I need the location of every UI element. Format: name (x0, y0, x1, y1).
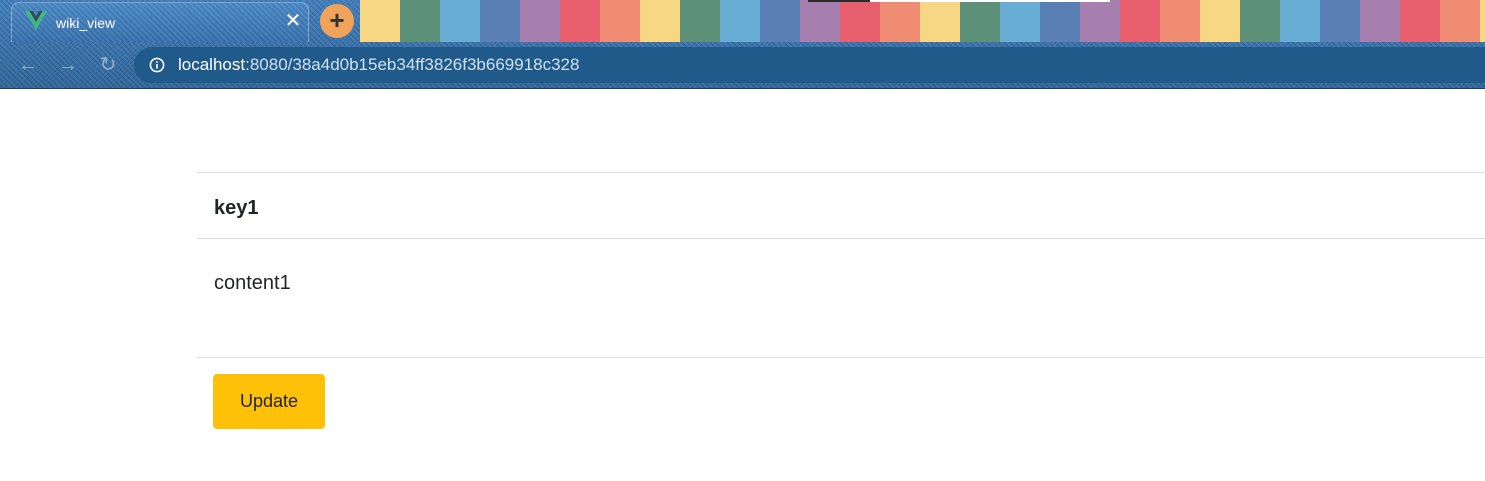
tab-strip-stripe (1200, 0, 1240, 42)
info-icon[interactable] (149, 57, 165, 73)
close-tab-icon[interactable]: ✕ (282, 10, 304, 32)
tab-title: wiki_view (56, 15, 116, 31)
tab-strip-stripe (800, 0, 840, 42)
url-path: :8080/38a4d0b15eb34ff3826f3b669918c328 (245, 55, 580, 74)
tab-strip-stripe (960, 0, 1000, 42)
tab-strip-stripe (1160, 0, 1200, 42)
tab-strip-stripe (1320, 0, 1360, 42)
url-host: localhost (178, 55, 246, 74)
tab-strip-stripe (520, 0, 560, 42)
reload-icon[interactable]: ↻ (96, 53, 120, 77)
tab-strip-stripe (560, 0, 600, 42)
tab-strip-stripe (920, 0, 960, 42)
tab-strip-stripe (720, 0, 760, 42)
tab-strip-stripe (880, 0, 920, 42)
browser-chrome: wiki_view ✕ + ← → ↻ localhost:8080/38a4d… (0, 0, 1485, 89)
update-button[interactable]: Update (213, 374, 325, 429)
chrome-divider (0, 88, 1485, 89)
tab-strip-stripe (1040, 0, 1080, 42)
tab-strip-stripe (1080, 0, 1120, 42)
tab-strip-stripe (440, 0, 480, 42)
browser-tab[interactable]: wiki_view ✕ (11, 2, 309, 42)
tab-strip-stripe (1240, 0, 1280, 42)
url-text[interactable]: localhost:8080/38a4d0b15eb34ff3826f3b669… (178, 55, 579, 75)
card-header (197, 173, 1485, 239)
page-content: content1 (214, 272, 291, 294)
tab-strip-stripe (680, 0, 720, 42)
tab-strip-stripe (1360, 0, 1400, 42)
wiki-card: key1 content1 (197, 172, 1485, 358)
tab-strip-stripe (600, 0, 640, 42)
tab-strip-stripe (1000, 0, 1040, 42)
back-arrow-icon[interactable]: ← (16, 53, 40, 77)
tab-strip-stripe (1120, 0, 1160, 42)
tab-strip-stripe (1440, 0, 1480, 42)
vue-logo-icon (25, 11, 47, 30)
tab-strip-stripe (360, 0, 400, 42)
page-title: key1 (214, 197, 259, 219)
tab-strip-stripe (400, 0, 440, 42)
tab-strip-highlight (808, 0, 1110, 2)
tab-strip-background (360, 0, 1485, 42)
tab-strip-stripe (840, 0, 880, 42)
tab-strip-stripe (1480, 0, 1485, 42)
tab-strip-stripe (1400, 0, 1440, 42)
tab-strip-stripe (1280, 0, 1320, 42)
address-bar[interactable]: localhost:8080/38a4d0b15eb34ff3826f3b669… (134, 47, 1485, 83)
forward-arrow-icon[interactable]: → (56, 53, 80, 77)
tab-strip-stripe (480, 0, 520, 42)
tab-strip-stripe (760, 0, 800, 42)
tab-strip-stripe (640, 0, 680, 42)
new-tab-button[interactable]: + (320, 4, 354, 38)
